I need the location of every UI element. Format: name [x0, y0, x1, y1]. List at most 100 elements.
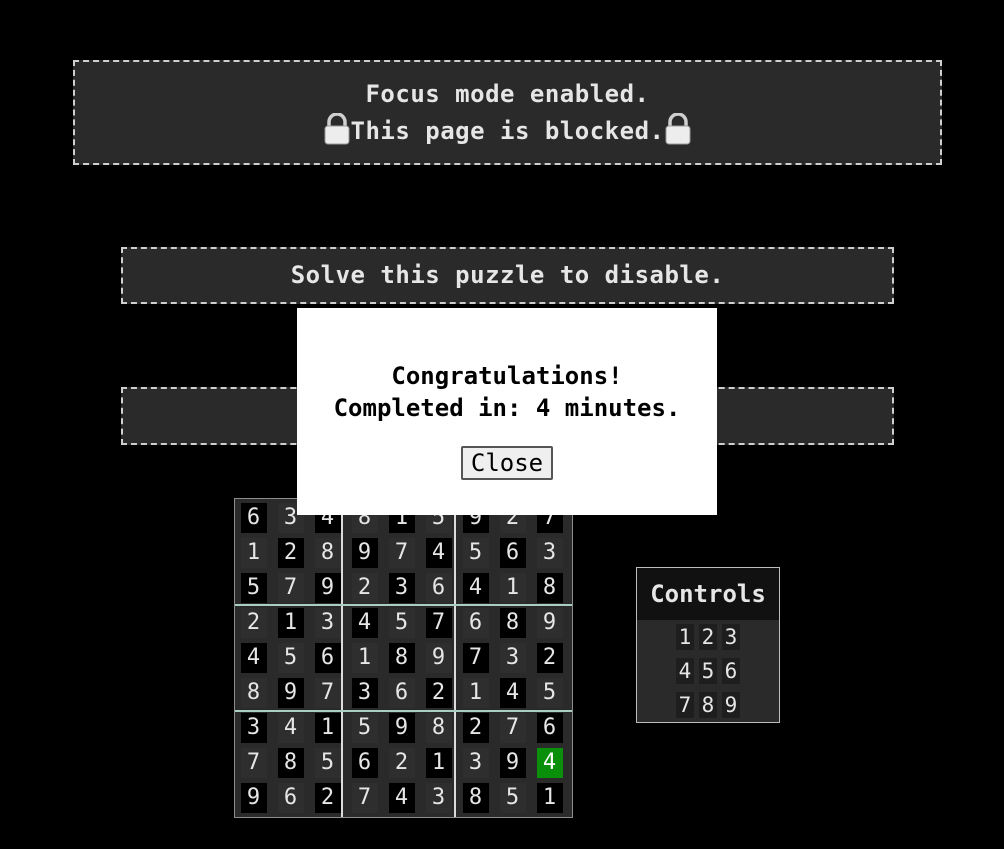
sudoku-cell[interactable]: 6: [277, 782, 304, 813]
sudoku-cell[interactable]: 6: [351, 747, 378, 778]
sudoku-cell[interactable]: 9: [351, 537, 378, 568]
sudoku-cell[interactable]: 9: [277, 677, 304, 708]
sudoku-cell[interactable]: 7: [240, 747, 267, 778]
sudoku-cell[interactable]: 6: [240, 502, 267, 533]
sudoku-row: 128974563: [235, 535, 572, 570]
sudoku-cell[interactable]: 1: [425, 747, 452, 778]
sudoku-cell[interactable]: 8: [425, 712, 452, 743]
sudoku-cell[interactable]: 4: [277, 712, 304, 743]
sudoku-cell[interactable]: 5: [314, 747, 341, 778]
sudoku-cell[interactable]: 4: [388, 782, 415, 813]
sudoku-cell[interactable]: 5: [277, 642, 304, 673]
controls-title: Controls: [637, 568, 779, 620]
sudoku-cell[interactable]: 4: [240, 642, 267, 673]
sudoku-cell[interactable]: 2: [351, 572, 378, 603]
sudoku-cell[interactable]: 3: [240, 712, 267, 743]
sudoku-cell[interactable]: 4: [536, 747, 563, 778]
sudoku-row: 579236418: [235, 570, 572, 605]
sudoku-cell[interactable]: 1: [277, 607, 304, 638]
sudoku-cell[interactable]: 3: [462, 747, 489, 778]
sudoku-cell[interactable]: 1: [536, 782, 563, 813]
sudoku-cell[interactable]: 7: [462, 642, 489, 673]
sudoku-cell[interactable]: 5: [388, 607, 415, 638]
sudoku-cell[interactable]: 6: [388, 677, 415, 708]
sudoku-cell[interactable]: 5: [462, 537, 489, 568]
sudoku-cell[interactable]: 7: [351, 782, 378, 813]
sudoku-cell[interactable]: 1: [462, 677, 489, 708]
sudoku-cell[interactable]: 3: [388, 572, 415, 603]
sudoku-cell[interactable]: 3: [351, 677, 378, 708]
sudoku-cell[interactable]: 6: [536, 712, 563, 743]
sudoku-grid: 6348159271289745635792364182134576894561…: [234, 498, 573, 818]
sudoku-cell[interactable]: 4: [462, 572, 489, 603]
sudoku-cell[interactable]: 8: [240, 677, 267, 708]
sudoku-cell[interactable]: 2: [277, 537, 304, 568]
sudoku-cell[interactable]: 2: [536, 642, 563, 673]
sudoku-cell[interactable]: 1: [499, 572, 526, 603]
sudoku-cell[interactable]: 7: [388, 537, 415, 568]
sudoku-cell[interactable]: 7: [277, 572, 304, 603]
sudoku-cell[interactable]: 3: [499, 642, 526, 673]
sudoku-cell[interactable]: 5: [536, 677, 563, 708]
sudoku-cell[interactable]: 7: [425, 607, 452, 638]
sudoku-cell[interactable]: 9: [240, 782, 267, 813]
sudoku-cell[interactable]: 9: [536, 607, 563, 638]
sudoku-cell[interactable]: 1: [240, 537, 267, 568]
blocked-text: This page is blocked.: [350, 117, 665, 145]
completion-time-text: Completed in: 4 minutes.: [333, 394, 681, 422]
digit-button-6[interactable]: 6: [722, 658, 740, 684]
sudoku-cell[interactable]: 8: [499, 607, 526, 638]
sudoku-cell[interactable]: 6: [499, 537, 526, 568]
sudoku-row: 962743851: [235, 780, 572, 815]
sudoku-cell[interactable]: 4: [425, 537, 452, 568]
sudoku-cell[interactable]: 4: [499, 677, 526, 708]
close-button[interactable]: Close: [460, 446, 554, 480]
sudoku-cell[interactable]: 8: [388, 642, 415, 673]
focus-mode-text: Focus mode enabled.: [365, 80, 650, 108]
digit-button-7[interactable]: 7: [676, 692, 694, 718]
digit-button-4[interactable]: 4: [676, 658, 694, 684]
sudoku-cell[interactable]: 8: [536, 572, 563, 603]
sudoku-cell[interactable]: 2: [425, 677, 452, 708]
digit-button-9[interactable]: 9: [722, 692, 740, 718]
digit-button-8[interactable]: 8: [699, 692, 717, 718]
sudoku-cell[interactable]: 6: [425, 572, 452, 603]
digit-button-3[interactable]: 3: [722, 624, 740, 650]
sudoku-cell[interactable]: 1: [314, 712, 341, 743]
sudoku-cell[interactable]: 5: [240, 572, 267, 603]
sudoku-cell[interactable]: 5: [499, 782, 526, 813]
digit-button-2[interactable]: 2: [699, 624, 717, 650]
solve-puzzle-banner: Solve this puzzle to disable.: [121, 247, 894, 304]
sudoku-cell[interactable]: 2: [462, 712, 489, 743]
sudoku-cell[interactable]: 7: [499, 712, 526, 743]
sudoku-cell[interactable]: 4: [351, 607, 378, 638]
sudoku-cell[interactable]: 7: [314, 677, 341, 708]
controls-panel: Controls 123 456 789: [636, 567, 780, 723]
sudoku-cell[interactable]: 5: [351, 712, 378, 743]
sudoku-cell[interactable]: 9: [388, 712, 415, 743]
sudoku-row: 341598276: [235, 710, 572, 745]
sudoku-cell[interactable]: 8: [277, 747, 304, 778]
sudoku-cell[interactable]: 8: [314, 537, 341, 568]
sudoku-cell[interactable]: 9: [314, 572, 341, 603]
sudoku-cell[interactable]: 3: [536, 537, 563, 568]
box-divider: [341, 499, 343, 817]
blocked-line: This page is blocked.: [75, 113, 940, 150]
sudoku-row: 785621394: [235, 745, 572, 780]
sudoku-cell[interactable]: 6: [462, 607, 489, 638]
sudoku-cell[interactable]: 6: [314, 642, 341, 673]
sudoku-cell[interactable]: 2: [240, 607, 267, 638]
sudoku-cell[interactable]: 3: [425, 782, 452, 813]
sudoku-cell[interactable]: 3: [314, 607, 341, 638]
sudoku-cell[interactable]: 1: [351, 642, 378, 673]
box-divider: [235, 710, 572, 712]
lock-icon: [324, 113, 350, 145]
sudoku-cell[interactable]: 2: [388, 747, 415, 778]
sudoku-cell[interactable]: 9: [425, 642, 452, 673]
sudoku-cell[interactable]: 2: [314, 782, 341, 813]
sudoku-cell[interactable]: 8: [462, 782, 489, 813]
box-divider: [454, 499, 456, 817]
digit-button-1[interactable]: 1: [676, 624, 694, 650]
sudoku-cell[interactable]: 9: [499, 747, 526, 778]
digit-button-5[interactable]: 5: [699, 658, 717, 684]
